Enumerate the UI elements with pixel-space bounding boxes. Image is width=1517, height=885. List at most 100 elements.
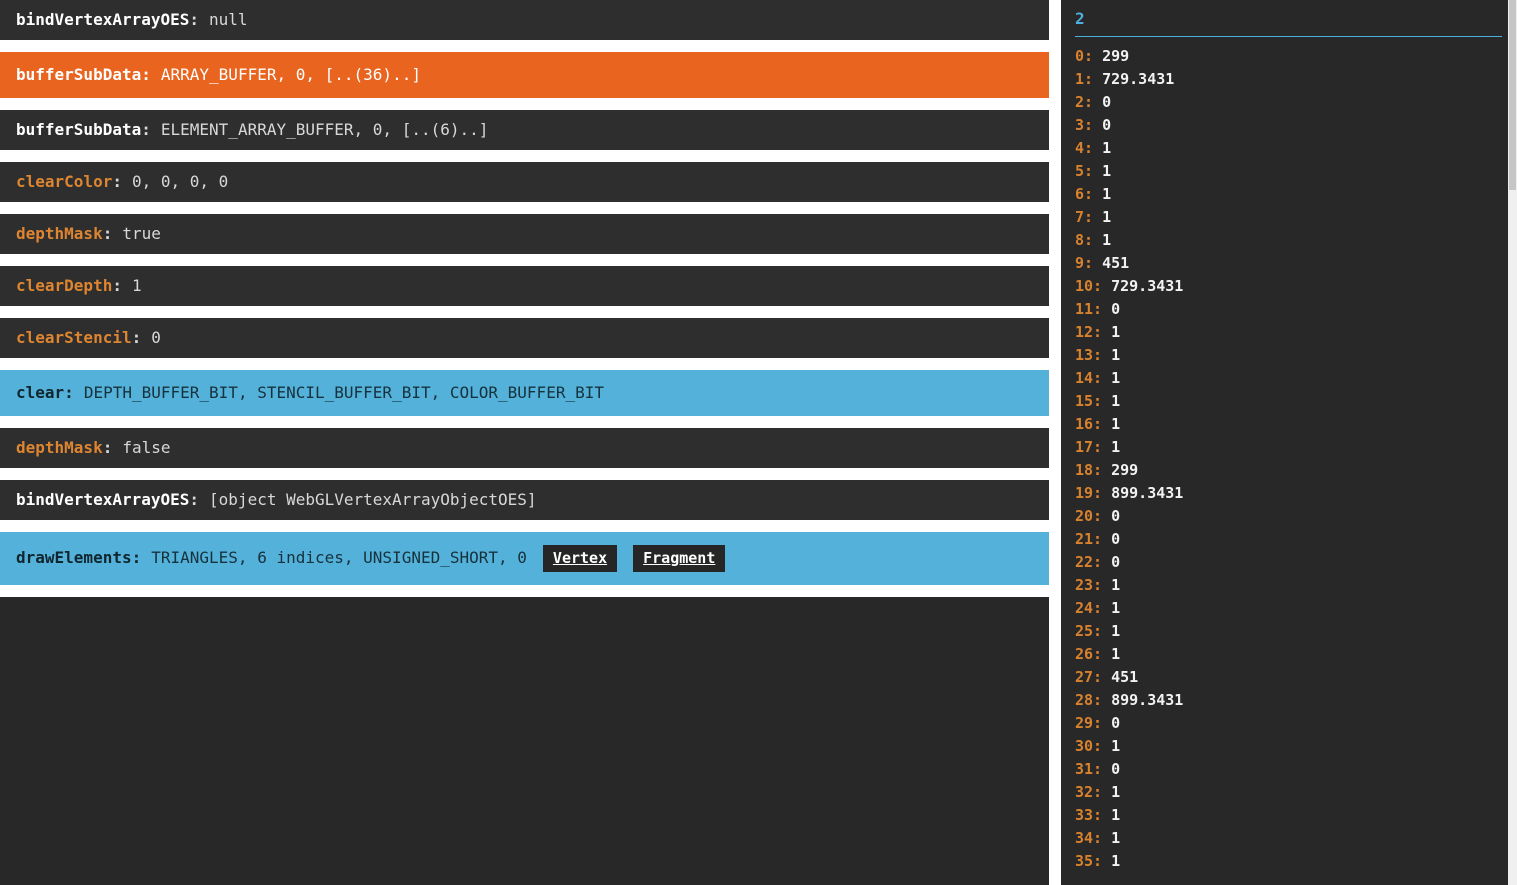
- command-row-clearDepth[interactable]: clearDepth:1: [0, 266, 1049, 306]
- buffer-value-number: 1: [1111, 852, 1120, 870]
- command-name: clearDepth: [16, 276, 112, 295]
- buffer-value-row: 15:1: [1075, 390, 1502, 413]
- buffer-value-number: 729.3431: [1111, 277, 1183, 295]
- command-args: null: [209, 10, 248, 29]
- command-row-depthMask[interactable]: depthMask:false: [0, 428, 1049, 468]
- buffer-value-row: 21:0: [1075, 528, 1502, 551]
- command-row-bindVertexArrayOES[interactable]: bindVertexArrayOES:null: [0, 0, 1049, 40]
- command-name: depthMask: [16, 224, 103, 243]
- buffer-value-row: 13: 1: [1075, 344, 1502, 367]
- buffer-value-index: 28:: [1075, 691, 1102, 709]
- buffer-value-index: 34:: [1075, 829, 1102, 847]
- command-args: 1: [132, 276, 142, 295]
- buffer-value-row: 17:1: [1075, 436, 1502, 459]
- buffer-value-number: 0: [1111, 300, 1120, 318]
- buffer-value-index: 25:: [1075, 622, 1102, 640]
- buffer-value-number: 451: [1102, 254, 1129, 272]
- buffer-value-index: 16:: [1075, 415, 1102, 433]
- buffer-value-number: 1: [1111, 622, 1120, 640]
- buffer-value-number: 1: [1111, 806, 1120, 824]
- command-name: clearColor: [16, 172, 112, 191]
- buffer-value-row: 35:1: [1075, 850, 1502, 873]
- buffer-value-index: 13:: [1075, 346, 1102, 364]
- command-separator: :: [64, 383, 74, 402]
- buffer-value-row: 5: 1: [1075, 160, 1502, 183]
- command-name: bufferSubData: [16, 65, 141, 84]
- command-row-bufferSubData[interactable]: bufferSubData:ARRAY_BUFFER, 0, [..(36)..…: [0, 52, 1049, 98]
- buffer-index-title: 2: [1075, 8, 1502, 30]
- command-separator: :: [132, 328, 142, 347]
- buffer-value-number: 729.3431: [1102, 70, 1174, 88]
- command-row-depthMask[interactable]: depthMask: true: [0, 214, 1049, 254]
- buffer-value-index: 20:: [1075, 507, 1102, 525]
- command-row-clear[interactable]: clear:DEPTH_BUFFER_BIT, STENCIL_BUFFER_B…: [0, 370, 1049, 416]
- buffer-value-index: 26:: [1075, 645, 1102, 663]
- buffer-value-index: 1:: [1075, 70, 1093, 88]
- buffer-value-number: 1: [1102, 139, 1111, 157]
- buffer-value-number: 0: [1111, 714, 1120, 732]
- buffer-value-index: 5:: [1075, 162, 1093, 180]
- buffer-value-index: 19:: [1075, 484, 1102, 502]
- buffer-value-index: 18:: [1075, 461, 1102, 479]
- command-args: TRIANGLES, 6 indices, UNSIGNED_SHORT, 0: [151, 548, 527, 567]
- buffer-value-row: 12:1: [1075, 321, 1502, 344]
- command-args: ARRAY_BUFFER, 0, [..(36)..]: [161, 65, 421, 84]
- buffer-value-number: 1: [1111, 783, 1120, 801]
- buffer-value-index: 33:: [1075, 806, 1102, 824]
- command-args: 0, 0, 0, 0: [132, 172, 228, 191]
- buffer-value-index: 23:: [1075, 576, 1102, 594]
- command-list-filler: [0, 597, 1049, 885]
- buffer-value-number: 899.3431: [1111, 691, 1183, 709]
- command-separator: :: [189, 490, 199, 509]
- command-args: [object WebGLVertexArrayObjectOES]: [209, 490, 537, 509]
- buffer-value-row: 6: 1: [1075, 183, 1502, 206]
- buffer-value-row: 11: 0: [1075, 298, 1502, 321]
- buffer-value-index: 11:: [1075, 300, 1102, 318]
- command-row-clearColor[interactable]: clearColor:0, 0, 0, 0: [0, 162, 1049, 202]
- command-row-drawElements[interactable]: drawElements:TRIANGLES, 6 indices, UNSIG…: [0, 532, 1049, 585]
- buffer-value-number: 1: [1111, 346, 1120, 364]
- command-name: bindVertexArrayOES: [16, 490, 189, 509]
- buffer-value-number: 1: [1111, 829, 1120, 847]
- buffer-value-index: 6:: [1075, 185, 1093, 203]
- command-name: bufferSubData: [16, 120, 141, 139]
- fragment-shader-button[interactable]: Fragment: [633, 545, 725, 572]
- buffer-value-number: 1: [1102, 231, 1111, 249]
- command-args: false: [122, 438, 170, 457]
- buffer-value-row: 34: 1: [1075, 827, 1502, 850]
- buffer-value-number: 1: [1102, 162, 1111, 180]
- buffer-value-number: 1: [1111, 599, 1120, 617]
- buffer-value-row: 33: 1: [1075, 804, 1502, 827]
- command-row-bufferSubData[interactable]: bufferSubData:ELEMENT_ARRAY_BUFFER, 0, […: [0, 110, 1049, 150]
- buffer-value-row: 26:1: [1075, 643, 1502, 666]
- buffer-value-index: 27:: [1075, 668, 1102, 686]
- buffer-value-index: 14:: [1075, 369, 1102, 387]
- vertex-shader-button[interactable]: Vertex: [543, 545, 617, 572]
- buffer-value-index: 7:: [1075, 208, 1093, 226]
- buffer-value-number: 0: [1111, 507, 1120, 525]
- buffer-value-row: 23:1: [1075, 574, 1502, 597]
- command-name: drawElements: [16, 548, 132, 567]
- buffer-value-number: 0: [1111, 530, 1120, 548]
- command-name: clear: [16, 383, 64, 402]
- buffer-value-row: 0:299: [1075, 45, 1502, 68]
- buffer-value-number: 0: [1102, 93, 1111, 111]
- buffer-value-row: 16:1: [1075, 413, 1502, 436]
- buffer-value-number: 1: [1102, 185, 1111, 203]
- command-name: bindVertexArrayOES: [16, 10, 189, 29]
- page-scrollbar[interactable]: [1508, 0, 1517, 885]
- scrollbar-thumb[interactable]: [1509, 0, 1516, 190]
- buffer-value-row: 27:451: [1075, 666, 1502, 689]
- command-row-bindVertexArrayOES[interactable]: bindVertexArrayOES: [object WebGLVertexAr…: [0, 480, 1049, 520]
- command-row-clearStencil[interactable]: clearStencil:0: [0, 318, 1049, 358]
- webgl-capture-view: bindVertexArrayOES:nullbufferSubData:ARR…: [0, 0, 1517, 885]
- buffer-value-row: 10: 729.3431: [1075, 275, 1502, 298]
- command-args: true: [122, 224, 161, 243]
- command-separator: :: [103, 224, 113, 243]
- panel-title-divider: [1075, 36, 1502, 37]
- command-separator: :: [103, 438, 113, 457]
- buffer-data-panel: 2 0:2991:729.34312:03:04:15:16:17:18:19:…: [1061, 0, 1508, 885]
- buffer-value-number: 0: [1102, 116, 1111, 134]
- buffer-value-row: 8:1: [1075, 229, 1502, 252]
- buffer-value-index: 10:: [1075, 277, 1102, 295]
